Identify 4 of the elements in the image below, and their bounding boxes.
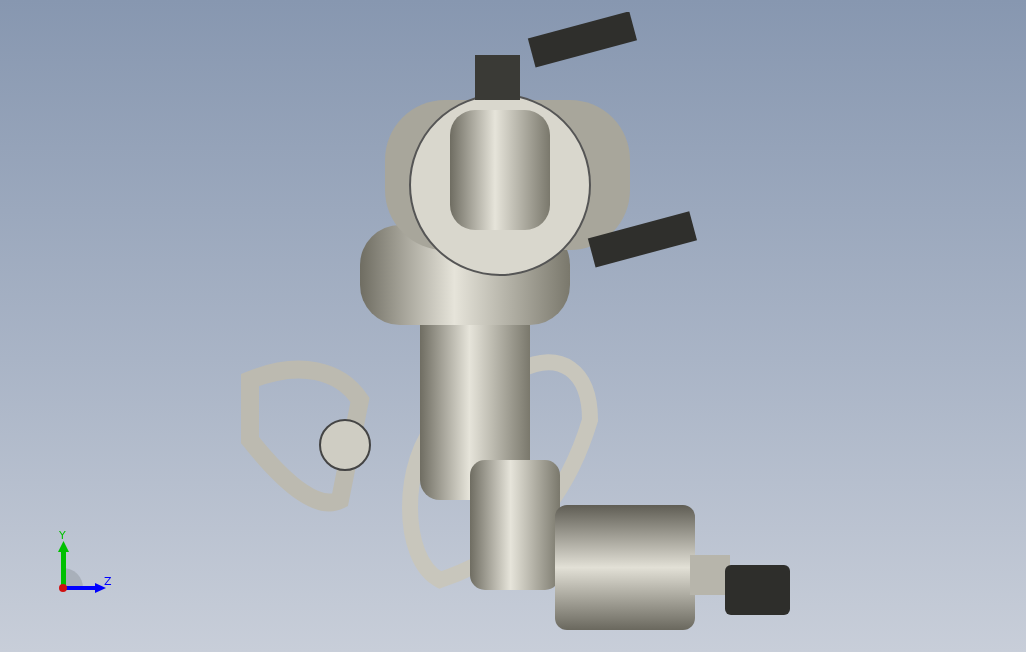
model-viewport[interactable]: Y Z <box>0 0 1026 652</box>
origin-icon <box>59 584 67 592</box>
axis-label: Z <box>104 576 112 587</box>
axis-label: Y <box>59 530 66 541</box>
